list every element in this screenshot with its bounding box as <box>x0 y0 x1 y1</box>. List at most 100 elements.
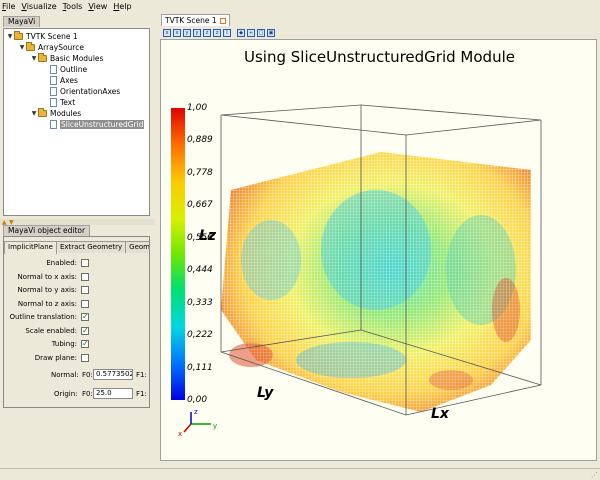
tab-geometry[interactable]: Geometr <box>125 241 149 253</box>
tree-item-label: Axes <box>60 76 78 85</box>
view-x-icon[interactable]: x <box>173 29 181 37</box>
property-label: Tubing: <box>51 340 77 348</box>
colorbar-tick-label: 0,333 <box>187 297 213 308</box>
orientation-axes: y z x <box>178 408 217 438</box>
tab-tvtk-scene[interactable]: TVTK Scene 1 <box>161 14 230 26</box>
folder-icon <box>14 31 23 40</box>
property-row: Scale enabled: ✓ <box>4 325 149 337</box>
property-row: Normal to z axis: <box>4 298 149 310</box>
property-row: Normal to y axis: <box>4 284 149 296</box>
tree-item-orientation-axes[interactable]: OrientationAxes <box>50 86 120 97</box>
menu-tools[interactable]: Tools <box>63 2 83 11</box>
property-label: Normal to y axis: <box>17 286 77 294</box>
origin-f0-field[interactable]: 25.0 <box>93 388 133 399</box>
colorbar <box>171 108 185 400</box>
property-label: Enabled: <box>46 259 77 267</box>
resize-grip-icon[interactable]: ⋰ <box>591 471 598 479</box>
collapse-icon[interactable]: ▼ <box>6 33 14 40</box>
view-iso-icon[interactable]: I <box>223 29 231 37</box>
document-icon <box>50 65 57 74</box>
slice-surface <box>221 152 531 412</box>
view-z-icon[interactable]: z <box>203 29 211 37</box>
colorbar-tick-label: 0,667 <box>187 200 213 211</box>
property-checkbox[interactable] <box>81 353 89 362</box>
tree-item-modules[interactable]: ▼ Modules <box>30 108 81 119</box>
collapse-icon[interactable]: ▼ <box>30 55 38 62</box>
property-row: Draw plane: <box>4 352 149 364</box>
colorbar-tick-label: 0,111 <box>187 362 213 373</box>
normal-f0-label: F0: <box>82 371 93 379</box>
property-checkbox[interactable] <box>81 259 89 267</box>
origin-label: Origin: <box>54 390 78 398</box>
collapse-icon[interactable]: ▼ <box>18 44 26 51</box>
colorbar-tick-label: 1,00 <box>187 103 208 113</box>
property-label: Normal to x axis: <box>17 272 77 281</box>
normal-f0-field[interactable]: 0.5773502 <box>93 369 133 380</box>
document-icon <box>50 87 57 96</box>
document-icon <box>50 98 57 107</box>
menu-help[interactable]: Help <box>113 2 131 11</box>
property-row: Enabled: <box>4 257 149 269</box>
render-scene[interactable]: Using SliceUnstructuredGrid Module y z x… <box>160 39 597 461</box>
menu-bar: File Visualize Tools View Help <box>0 0 600 12</box>
tree-item-axes[interactable]: Axes <box>50 75 78 86</box>
view-z-icon[interactable]: z <box>213 29 221 37</box>
property-label: Scale enabled: <box>25 326 77 335</box>
tree-item-label: Basic Modules <box>50 54 104 63</box>
menu-file[interactable]: File <box>2 2 15 11</box>
scene-tabbar: TVTK Scene 1 <box>157 13 600 26</box>
save-icon[interactable]: ▣ <box>267 29 275 37</box>
folder-icon <box>38 53 47 62</box>
origin-f1-label: F1: <box>136 390 147 398</box>
menu-view[interactable]: View <box>88 2 107 11</box>
property-checkbox[interactable] <box>81 299 89 308</box>
svg-text:x: x <box>178 430 182 438</box>
property-label: Outline translation: <box>9 313 77 321</box>
property-checkbox[interactable] <box>81 286 89 294</box>
tree-item-outline[interactable]: Outline <box>50 64 87 75</box>
collapse-icon[interactable]: ▼ <box>30 110 38 117</box>
tree-item-arraysource[interactable]: ▼ ArraySource <box>18 42 84 53</box>
object-editor: ImplicitPlane Extract Geometry Geometr E… <box>3 236 150 408</box>
property-row: Normal to x axis: <box>4 271 149 283</box>
tree-item-label: Modules <box>50 109 82 118</box>
view-y-icon[interactable]: y <box>183 29 191 37</box>
status-bar: ⋰ <box>0 468 600 480</box>
parallel-icon[interactable]: ◆ <box>237 29 245 37</box>
property-checkbox[interactable]: ✓ <box>81 326 89 335</box>
view-x-icon[interactable]: x <box>163 29 171 37</box>
axes-icon[interactable]: + <box>247 29 255 37</box>
scene-graphics: y z x <box>171 104 542 438</box>
tab-extract-geometry[interactable]: Extract Geometry <box>55 241 127 253</box>
tree-item-text[interactable]: Text <box>50 97 75 108</box>
svg-text:z: z <box>194 408 198 416</box>
normal-label: Normal: <box>51 371 79 379</box>
property-label: Normal to z axis: <box>17 299 77 308</box>
tree-item-basic-modules[interactable]: ▼ Basic Modules <box>30 53 103 64</box>
origin-f0-label: F0: <box>82 390 93 398</box>
tab-implicit-plane[interactable]: ImplicitPlane <box>4 241 57 254</box>
tree-item-label: OrientationAxes <box>60 87 121 96</box>
axis-label-ly: Ly <box>257 385 274 401</box>
tab-label: TVTK Scene 1 <box>165 16 217 25</box>
view-y-icon[interactable]: y <box>193 29 201 37</box>
colorbar-tick-label: 0,778 <box>187 167 213 178</box>
tree-item-scene[interactable]: ▼ TVTK Scene 1 <box>6 31 78 42</box>
folder-icon <box>26 42 35 51</box>
property-checkbox[interactable]: ✓ <box>81 340 89 348</box>
fullscreen-icon[interactable]: □ <box>257 29 265 37</box>
property-checkbox[interactable] <box>81 272 89 281</box>
property-checkbox[interactable]: ✓ <box>81 313 89 321</box>
pipeline-tree: ▼ TVTK Scene 1 ▼ ArraySource ▼ Basic Mod… <box>3 28 150 216</box>
mayavi-panel-tab[interactable]: MayaVi <box>3 16 41 27</box>
property-row: Outline translation: ✓ <box>4 311 149 323</box>
svg-text:y: y <box>213 422 217 430</box>
object-editor-tab[interactable]: MayaVi object editor <box>3 225 91 236</box>
normal-f1-label: F1: <box>136 371 147 379</box>
close-icon[interactable] <box>219 17 226 24</box>
property-label: Draw plane: <box>34 353 77 362</box>
tree-item-slice-unstructured-grid[interactable]: SliceUnstructuredGrid <box>50 119 145 130</box>
axis-label-lz: Lz <box>199 228 217 244</box>
menu-visualize[interactable]: Visualize <box>21 2 56 11</box>
colorbar-tick-label: 0,00 <box>187 395 208 405</box>
